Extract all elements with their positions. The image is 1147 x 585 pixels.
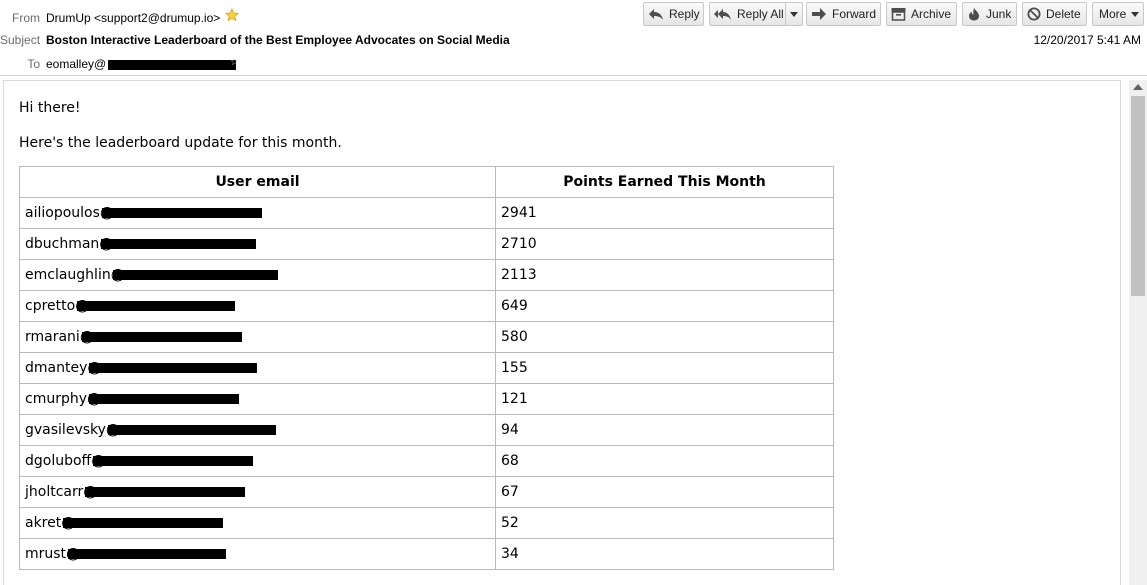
redaction-bar (89, 394, 240, 404)
redaction-bar (68, 549, 227, 559)
points-cell: 121 (495, 383, 834, 415)
user-email: dbuchman@ (25, 236, 114, 252)
user-email-cell: rmarani@ (19, 321, 496, 353)
table-row: mrust@ 34 (19, 538, 834, 570)
redaction-bar (112, 270, 278, 280)
points-cell: 155 (495, 352, 834, 384)
points-cell: 2941 (495, 197, 834, 229)
to-star-icon: ☆ (230, 57, 239, 68)
points-cell: 2113 (495, 259, 834, 291)
table-row: gvasilevsky@ 94 (19, 414, 834, 446)
user-email-cell: dbuchman@ (19, 228, 496, 260)
user-email-cell: cmurphy@ (19, 383, 496, 415)
greeting-text: Hi there! (19, 100, 81, 116)
scroll-up-arrow-icon[interactable] (1133, 84, 1143, 90)
leaderboard-rows: ailiopoulos@ 2941 dbuchman@ 2710 emclaughlin… (19, 197, 834, 570)
forward-icon (812, 8, 826, 20)
points-cell: 649 (495, 290, 834, 322)
no-entry-icon (1027, 7, 1041, 21)
delete-button[interactable]: Delete (1022, 2, 1087, 26)
vertical-scrollbar[interactable] (1129, 80, 1147, 585)
user-email-cell: dmantey@ (19, 352, 496, 384)
user-email-cell: gvasilevsky@ (19, 414, 496, 446)
user-email: emclaughlin@ (25, 267, 125, 283)
archive-label: Archive (911, 7, 952, 21)
redaction-bar (81, 332, 242, 342)
reply-all-button[interactable]: Reply All (709, 2, 786, 26)
redaction-bar (93, 456, 254, 466)
junk-label: Junk (986, 7, 1012, 21)
redaction-bar (108, 59, 237, 70)
points-cell: 67 (495, 476, 834, 508)
redaction-bar (85, 487, 246, 497)
subject-value: Boston Interactive Leaderboard of the Be… (46, 33, 510, 47)
redaction-bar (89, 363, 258, 373)
more-label: More (1099, 7, 1127, 21)
chevron-down-icon (1131, 11, 1140, 17)
reply-all-icon (714, 9, 731, 20)
table-row: cpretto@ 649 (19, 290, 834, 322)
chevron-down-icon (790, 11, 798, 17)
user-email: ailiopoulos@ (25, 205, 114, 221)
user-email-cell: emclaughlin@ (19, 259, 496, 291)
message-body: Hi there! Here's the leaderboard update … (3, 80, 1121, 585)
points-cell: 580 (495, 321, 834, 353)
flame-icon (969, 8, 979, 21)
from-label: From (12, 11, 40, 25)
table-row: dbuchman@ 2710 (19, 228, 834, 260)
to-value: eomalley@ (46, 57, 107, 71)
table-row: dgoluboff@ 68 (19, 445, 834, 477)
redaction-bar (107, 425, 276, 435)
user-email-cell: mrust@ (19, 538, 496, 570)
points-cell: 34 (495, 538, 834, 570)
leaderboard-table: User email Points Earned This Month aili… (19, 166, 834, 570)
user-email: gvasilevsky@ (25, 422, 120, 438)
redaction-bar (63, 518, 224, 528)
to-recipient[interactable]: eomalley@ (46, 57, 237, 71)
table-row: jholtcarr@ 67 (19, 476, 834, 508)
redaction-bar (101, 239, 257, 249)
forward-button[interactable]: Forward (806, 2, 881, 26)
redaction-bar (77, 301, 236, 311)
forward-label: Forward (832, 7, 877, 21)
column-header-points: Points Earned This Month (495, 166, 834, 198)
table-row: akret@ 52 (19, 507, 834, 539)
table-row: rmarani@ 580 (19, 321, 834, 353)
points-cell: 2710 (495, 228, 834, 260)
to-label: To (27, 57, 40, 71)
table-row: cmurphy@ 121 (19, 383, 834, 415)
delete-label: Delete (1046, 7, 1081, 21)
from-value[interactable]: DrumUp <support2@drumup.io> (46, 11, 220, 25)
star-icon[interactable] (225, 8, 239, 22)
scroll-thumb[interactable] (1131, 96, 1145, 296)
intro-text: Here's the leaderboard update for this m… (19, 135, 342, 151)
points-cell: 94 (495, 414, 834, 446)
more-button[interactable]: More (1092, 2, 1144, 26)
reply-button[interactable]: Reply (643, 2, 704, 26)
reply-icon (649, 9, 663, 20)
table-header-row: User email Points Earned This Month (19, 166, 834, 198)
points-cell: 52 (495, 507, 834, 539)
message-date: 12/20/2017 5:41 AM (1033, 33, 1141, 47)
user-email-cell: akret@ (19, 507, 496, 539)
points-cell: 68 (495, 445, 834, 477)
table-row: dmantey@ 155 (19, 352, 834, 384)
reply-label: Reply (669, 7, 700, 21)
user-email-cell: ailiopoulos@ (19, 197, 496, 229)
redaction-bar (101, 208, 262, 218)
user-email-cell: dgoluboff@ (19, 445, 496, 477)
column-header-email: User email (19, 166, 496, 198)
user-email-cell: jholtcarr@ (19, 476, 496, 508)
archive-button[interactable]: Archive (886, 2, 957, 26)
reply-all-dropdown[interactable] (786, 2, 803, 26)
message-header: From DrumUp <support2@drumup.io> Subject… (0, 0, 1147, 76)
user-email-cell: cpretto@ (19, 290, 496, 322)
reply-all-label: Reply All (737, 7, 784, 21)
table-row: ailiopoulos@ 2941 (19, 197, 834, 229)
archive-icon (891, 8, 906, 21)
junk-button[interactable]: Junk (962, 2, 1017, 26)
table-row: emclaughlin@ 2113 (19, 259, 834, 291)
subject-label: Subject (0, 33, 41, 47)
